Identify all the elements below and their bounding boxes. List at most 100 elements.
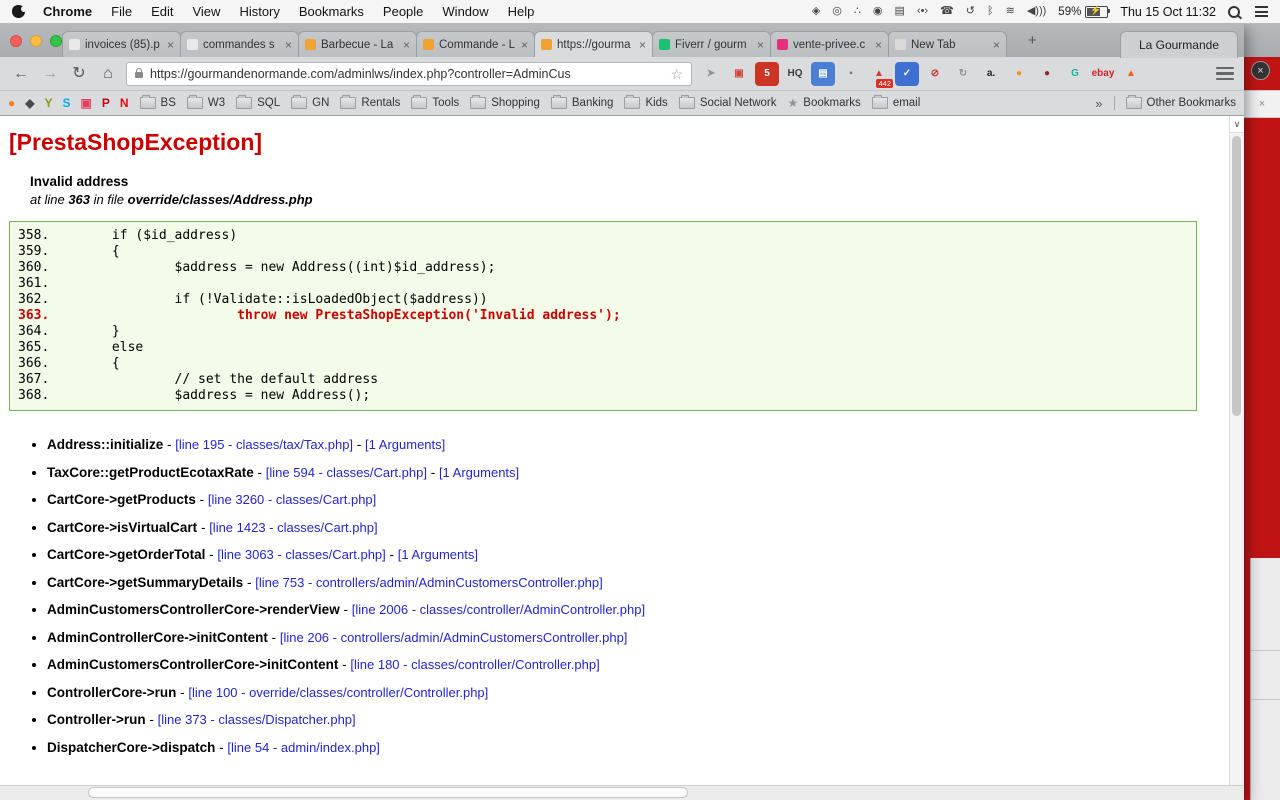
- source-link[interactable]: [line 3063 - classes/Cart.php]: [217, 547, 385, 562]
- browser-tab[interactable]: vente-privee.c ×: [770, 31, 889, 57]
- tab-close-icon[interactable]: ×: [993, 39, 1000, 51]
- check-extension-icon[interactable]: ✓: [895, 61, 919, 86]
- pocket-extension-icon[interactable]: ●: [1035, 62, 1059, 86]
- tab-close-icon[interactable]: ×: [639, 39, 646, 51]
- horizontal-scrollbar-thumb[interactable]: [88, 787, 688, 798]
- source-link[interactable]: [line 3260 - classes/Cart.php]: [208, 492, 376, 507]
- source-link[interactable]: [line 1423 - classes/Cart.php]: [209, 520, 377, 535]
- grammarly-extension-icon[interactable]: G: [1063, 62, 1087, 86]
- source-link[interactable]: [line 594 - classes/Cart.php]: [266, 465, 427, 480]
- close-window-button[interactable]: [10, 35, 22, 47]
- apple-menu-icon[interactable]: [12, 5, 27, 18]
- cloudhq-extension-icon[interactable]: HQ: [783, 62, 807, 86]
- bookmark-folder[interactable]: Kids: [624, 95, 668, 109]
- source-link[interactable]: [line 100 - override/classes/controller/…: [188, 685, 488, 700]
- profile-button[interactable]: La Gourmande: [1119, 31, 1238, 58]
- menu-item[interactable]: Edit: [151, 4, 173, 19]
- spotlight-search-icon[interactable]: [1228, 5, 1240, 18]
- vertical-scrollbar[interactable]: ∨: [1229, 116, 1244, 786]
- minimize-window-button[interactable]: [30, 35, 42, 47]
- browser-tab[interactable]: Fiverr / gourm ×: [652, 31, 771, 57]
- background-close-icon[interactable]: ×: [1259, 98, 1265, 110]
- tab-close-icon[interactable]: ×: [521, 39, 528, 51]
- bookmark-folder-email[interactable]: email: [871, 95, 920, 109]
- bookmark-folder[interactable]: BS: [139, 95, 176, 109]
- zoom-window-button[interactable]: [50, 35, 62, 47]
- skype-icon[interactable]: S: [63, 97, 71, 109]
- flame-extension-icon[interactable]: ▲: [1119, 62, 1143, 86]
- wifi-icon[interactable]: ≋: [1006, 6, 1015, 17]
- background-close-circle-icon[interactable]: ×: [1251, 61, 1270, 80]
- keyboard-viewer-icon[interactable]: ‹•›: [917, 6, 928, 17]
- bookmark-folder[interactable]: Tools: [411, 95, 459, 109]
- flag-extension-icon[interactable]: ▣: [727, 62, 751, 86]
- menu-item[interactable]: Help: [508, 4, 535, 19]
- menu-item[interactable]: People: [383, 4, 423, 19]
- home-button[interactable]: ⌂: [97, 65, 119, 82]
- paw-icon[interactable]: ∴: [854, 6, 861, 17]
- pin-extension-icon[interactable]: ➤: [699, 62, 723, 86]
- source-link[interactable]: [line 373 - classes/Dispatcher.php]: [158, 712, 356, 727]
- bookmark-folder[interactable]: Social Network: [678, 95, 777, 109]
- browser-tab[interactable]: New Tab ×: [888, 31, 1007, 57]
- horizontal-scrollbar[interactable]: [0, 785, 1244, 800]
- y-icon[interactable]: Y: [44, 97, 52, 109]
- phone-icon[interactable]: ☎: [940, 6, 954, 17]
- adblock-extension-icon[interactable]: 5: [755, 61, 779, 86]
- menu-item[interactable]: History: [239, 4, 279, 19]
- dropbox-icon[interactable]: ◈: [812, 6, 820, 17]
- source-link[interactable]: [line 180 - classes/controller/Controlle…: [350, 657, 599, 672]
- browser-tab[interactable]: Commande - L ×: [416, 31, 535, 57]
- menu-item[interactable]: View: [192, 4, 220, 19]
- reload-button[interactable]: ↻: [68, 65, 90, 82]
- bookmark-star-icon[interactable]: ☆: [670, 67, 683, 81]
- bookmark-folder[interactable]: Banking: [550, 95, 613, 109]
- netflix-icon[interactable]: N: [120, 97, 129, 109]
- source-link[interactable]: [line 206 - controllers/admin/AdminCusto…: [280, 630, 628, 645]
- disc-icon[interactable]: ◉: [873, 6, 883, 17]
- browser-tab[interactable]: Barbecue - La ×: [298, 31, 417, 57]
- tab-close-icon[interactable]: ×: [285, 39, 292, 51]
- tab-close-icon[interactable]: ×: [875, 39, 882, 51]
- menu-item[interactable]: Window: [442, 4, 488, 19]
- firefox-icon[interactable]: ●: [8, 97, 15, 109]
- other-bookmarks-folder[interactable]: Other Bookmarks: [1125, 95, 1236, 109]
- refresh-extension-icon[interactable]: ↻: [951, 62, 975, 86]
- arguments-link[interactable]: [1 Arguments]: [439, 465, 519, 480]
- menu-bar-clock[interactable]: Thu 15 Oct 11:32: [1120, 5, 1216, 19]
- volume-icon[interactable]: ◀))): [1027, 6, 1046, 17]
- camera-icon[interactable]: ▣: [81, 97, 92, 109]
- bookmark-folder[interactable]: Rentals: [340, 95, 400, 109]
- notification-center-icon[interactable]: [1255, 6, 1268, 17]
- forward-button[interactable]: →: [39, 65, 61, 82]
- blocked-extension-icon[interactable]: ⊘: [923, 62, 947, 86]
- bookmarks-overflow-chevron[interactable]: »: [1095, 96, 1102, 111]
- browser-tab[interactable]: commandes s ×: [180, 31, 299, 57]
- source-link[interactable]: [line 195 - classes/tax/Tax.php]: [175, 437, 353, 452]
- browser-tab[interactable]: https://gourma ×: [534, 31, 653, 57]
- tab-close-icon[interactable]: ×: [403, 39, 410, 51]
- bookmark-star-item[interactable]: ★ Bookmarks: [788, 96, 861, 110]
- bookmark-folder[interactable]: GN: [291, 95, 329, 109]
- arguments-link[interactable]: [1 Arguments]: [398, 547, 478, 562]
- bird-icon[interactable]: ◆: [25, 97, 34, 109]
- display-icon[interactable]: ▤: [895, 6, 905, 17]
- arguments-link[interactable]: [1 Arguments]: [365, 437, 445, 452]
- bookmark-folder[interactable]: W3: [186, 95, 225, 109]
- time-machine-icon[interactable]: ↺: [966, 6, 975, 17]
- scroll-chevron-icon[interactable]: ∨: [1230, 116, 1244, 133]
- pinterest-icon[interactable]: P: [102, 97, 110, 109]
- source-link[interactable]: [line 2006 - classes/controller/AdminCon…: [352, 602, 645, 617]
- menu-item[interactable]: File: [111, 4, 132, 19]
- bookmark-folder[interactable]: SQL: [236, 95, 280, 109]
- amazon-extension-icon[interactable]: a.: [979, 62, 1003, 86]
- new-tab-button[interactable]: +: [1028, 33, 1037, 48]
- tab-close-icon[interactable]: ×: [757, 39, 764, 51]
- shield-icon[interactable]: ◎: [832, 6, 842, 17]
- bluetooth-icon[interactable]: ᛒ: [987, 6, 994, 17]
- notes-extension-icon[interactable]: ▤: [811, 61, 835, 86]
- source-link[interactable]: [line 54 - admin/index.php]: [227, 740, 379, 755]
- chrome-menu-icon[interactable]: [1216, 66, 1234, 81]
- address-bar[interactable]: https://gourmandenormande.com/adminlws/i…: [126, 61, 692, 86]
- bookmark-folder[interactable]: Shopping: [470, 95, 540, 109]
